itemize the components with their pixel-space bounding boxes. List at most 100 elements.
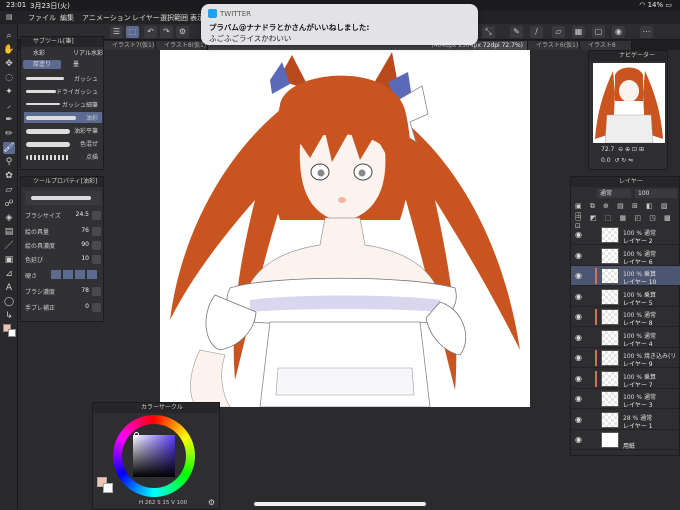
layer-blend-select[interactable]: 通常 xyxy=(597,189,631,198)
eye-icon[interactable]: ◉ xyxy=(575,415,582,424)
brush-tool-icon[interactable]: 🖌 xyxy=(3,142,15,154)
tab-illust6[interactable]: イラスト6(仮1) xyxy=(528,41,580,50)
layer-row[interactable]: ◉ 100 % 通常 レイヤー 3 xyxy=(571,389,680,409)
eyedropper-icon[interactable]: ✎ xyxy=(510,26,523,38)
prop-paint-density[interactable]: 絵の具濃度 90 xyxy=(25,241,101,251)
wand-icon[interactable]: ✦ xyxy=(3,86,15,98)
brush-gouache-fine[interactable]: ガッシュ細筆 xyxy=(24,99,102,110)
selection-icon[interactable]: ⬚ xyxy=(126,26,139,38)
app-icon[interactable]: ▤ xyxy=(6,13,13,21)
hand-icon[interactable]: ✋ xyxy=(3,44,15,56)
brush-oil-flat[interactable]: 油彩平筆 xyxy=(24,125,102,136)
eye-icon[interactable]: ◉ xyxy=(575,312,582,321)
layer-row[interactable]: ◉ 100 % 乗算 レイヤー 10 xyxy=(571,266,680,286)
hardness-segments[interactable] xyxy=(51,270,99,279)
prop-brush-density[interactable]: ブラシ濃度 78 xyxy=(25,287,101,297)
eye-icon[interactable]: ◉ xyxy=(575,251,582,260)
menu-animation[interactable]: アニメーション xyxy=(82,13,131,23)
tab-illust8[interactable]: イラスト8(仮1) xyxy=(156,41,208,50)
menu-selection[interactable]: 選択範囲 xyxy=(160,13,188,23)
layer-row[interactable]: ◉ 100 % 乗算 レイヤー 7 xyxy=(571,369,680,389)
layer-row[interactable]: ◉ 100 % 乗算 レイヤー 5 xyxy=(571,287,680,307)
menu-file[interactable]: ファイル xyxy=(28,13,56,23)
blend-tool-icon[interactable]: ☍ xyxy=(3,198,15,210)
balloon-tool-icon[interactable]: ◯ xyxy=(3,296,15,308)
eye-icon[interactable]: ◉ xyxy=(575,230,582,239)
layer-row[interactable]: ◉ 100 % 通常 レイヤー 8 xyxy=(571,307,680,327)
subtool-group-watercolor[interactable]: 水彩 xyxy=(23,49,61,58)
eye-icon[interactable]: ◉ xyxy=(575,435,582,444)
eye-icon[interactable]: ◉ xyxy=(575,333,582,342)
brush-dry-gouache[interactable]: ドライガッシュ xyxy=(24,86,102,97)
sub-color-swatch[interactable] xyxy=(8,329,16,337)
tab-illust7[interactable]: イラスト7(仮1) xyxy=(104,41,156,50)
layer-row[interactable]: ◉ 28 % 通常 レイヤー 1 xyxy=(571,410,680,430)
menu-edit[interactable]: 編集 xyxy=(60,13,74,23)
correction-tool-icon[interactable]: ↳ xyxy=(3,310,15,322)
layer-row[interactable]: ◉ 用紙 xyxy=(571,430,680,450)
home-indicator[interactable] xyxy=(254,502,426,506)
eye-icon[interactable]: ◉ xyxy=(575,374,582,383)
fill-tool-icon[interactable]: ◈ xyxy=(3,212,15,224)
settings-icon[interactable]: ⚙ xyxy=(176,26,189,38)
prop-color-stretch[interactable]: 色延び 10 xyxy=(25,255,101,265)
airbrush-tool-icon[interactable]: ⚲ xyxy=(3,156,15,168)
brush-color-mix[interactable]: 色混ぜ xyxy=(24,138,102,149)
layer-row[interactable]: ◉ 100 % 通常 レイヤー 2 xyxy=(571,225,680,245)
spin-icon[interactable] xyxy=(92,227,101,236)
navigator-preview[interactable] xyxy=(593,63,665,143)
spin-icon[interactable] xyxy=(92,287,101,296)
decoration-tool-icon[interactable]: ✿ xyxy=(3,170,15,182)
more-icon[interactable]: ⋯ xyxy=(640,26,653,38)
grid-icon[interactable]: ▦ xyxy=(572,26,585,38)
pen-tool-icon[interactable]: ✒ xyxy=(3,114,15,126)
navigator-rotation[interactable]: 0.0 ↺ ↻ ⇋ xyxy=(601,157,633,164)
prop-paint-amount[interactable]: 絵の具量 76 xyxy=(25,227,101,237)
layer-row[interactable]: ◉ 100 % 通常 レイヤー 6 xyxy=(571,246,680,266)
zoom-icon[interactable]: ⌕ xyxy=(3,30,15,42)
brush-stipple[interactable]: 点描 xyxy=(24,151,102,162)
brush-gouache[interactable]: ガッシュ xyxy=(24,73,102,84)
eraser-tool-icon[interactable]: ▱ xyxy=(3,184,15,196)
pencil-tool-icon[interactable]: ✏ xyxy=(3,128,15,140)
transform-icon[interactable]: ⤡ xyxy=(482,26,495,38)
figure-tool-icon[interactable]: ／ xyxy=(3,240,15,252)
text-tool-icon[interactable]: A xyxy=(3,282,15,294)
layer-tools-row-2[interactable]: ▢ ◩ ⬚ ▦ ◰ ◳ ▩ ⊡ xyxy=(575,214,677,230)
layer-tools-row[interactable]: ▣ ⧉ ⊕ ▤ ⊞ ◧ ▨ ◫ xyxy=(575,202,677,219)
layer-row[interactable]: ◉ 100 % 焼き込み(リ レイヤー 9 xyxy=(571,348,680,368)
color-picker-cursor[interactable] xyxy=(134,432,139,437)
prop-brush-size[interactable]: ブラシサイズ 24.5 xyxy=(25,211,101,221)
subtool-group-ink[interactable]: 墨 xyxy=(63,60,103,69)
fill-icon[interactable]: ◉ xyxy=(612,26,625,38)
undo-icon[interactable]: ↶ xyxy=(144,26,157,38)
brush-oil[interactable]: 油彩 xyxy=(24,112,102,123)
lasso-icon[interactable]: ◌ xyxy=(3,72,15,84)
saturation-value-square[interactable] xyxy=(133,435,175,477)
subtool-group-real-watercolor[interactable]: リアル水彩 xyxy=(63,49,103,58)
sub-color[interactable] xyxy=(103,483,113,493)
eye-icon[interactable]: ◉ xyxy=(575,353,582,362)
pen-icon[interactable]: / xyxy=(530,26,543,38)
eye-icon[interactable]: ◉ xyxy=(575,394,582,403)
menu-layer[interactable]: レイヤー xyxy=(132,13,160,23)
layer-row[interactable]: ◉ 100 % 通常 レイヤー 4 xyxy=(571,328,680,348)
settings-icon[interactable]: ⚙ xyxy=(208,498,215,507)
move-icon[interactable]: ✥ xyxy=(3,58,15,70)
spin-icon[interactable] xyxy=(92,241,101,250)
eye-icon[interactable]: ◉ xyxy=(575,292,582,301)
prop-hardness[interactable]: 硬さ xyxy=(25,270,101,281)
spin-icon[interactable] xyxy=(92,211,101,220)
subtool-group-thick-paint[interactable]: 厚塗り xyxy=(23,60,61,69)
frame-tool-icon[interactable]: ▣ xyxy=(3,254,15,266)
drawing-canvas[interactable] xyxy=(160,50,530,407)
eyedropper-tool-icon[interactable]: ⸝ xyxy=(3,100,15,112)
gradient-tool-icon[interactable]: ▤ xyxy=(3,226,15,238)
menu-list-icon[interactable]: ☰ xyxy=(110,26,123,38)
prop-stabilization[interactable]: 手ブレ補正 0 xyxy=(25,303,101,313)
ruler-tool-icon[interactable]: ⊿ xyxy=(3,268,15,280)
redo-icon[interactable]: ↷ xyxy=(160,26,173,38)
spin-icon[interactable] xyxy=(92,255,101,264)
navigator-zoom[interactable]: 72.7 ⊖ ⊕ ⊡ ⊞ xyxy=(601,146,644,153)
canvas-icon[interactable]: ▢ xyxy=(592,26,605,38)
